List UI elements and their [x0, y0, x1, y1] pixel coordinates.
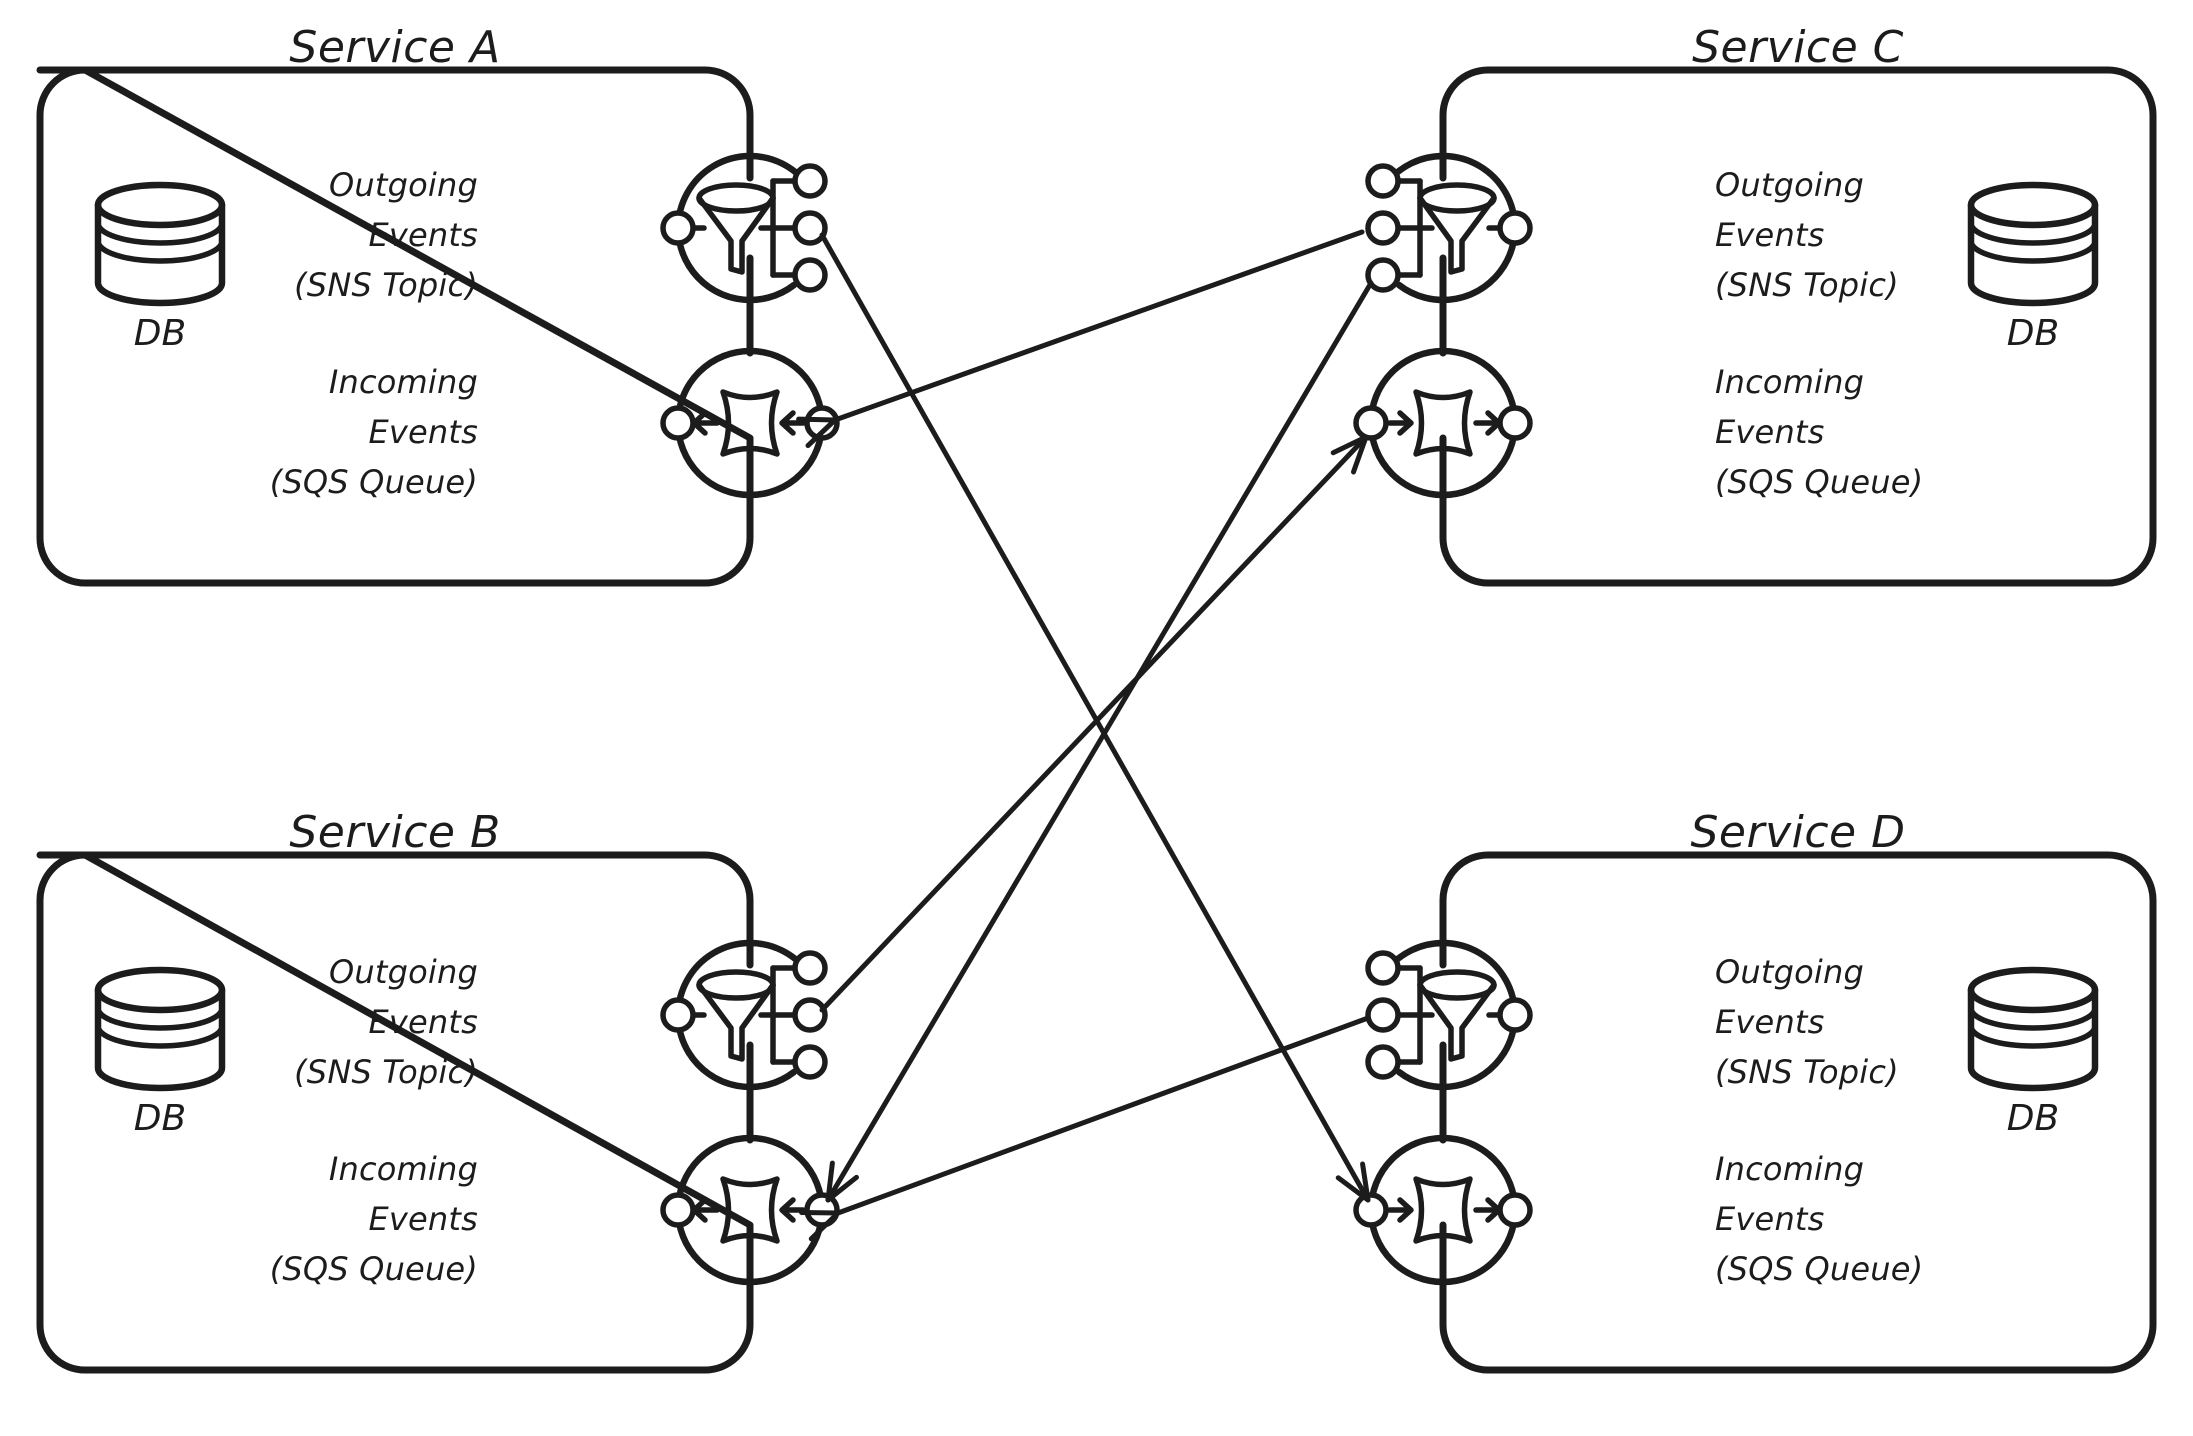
service-b-title: Service B: [289, 807, 500, 858]
service-a-db-label: DB: [134, 313, 186, 354]
service-c-incoming-line2: Events: [1715, 413, 1825, 451]
service-c-db-label: DB: [2007, 313, 2059, 354]
service-c-outgoing-line1: Outgoing: [1715, 166, 1864, 204]
service-box-d[interactable]: Service D DB Outgoing Events (SNS Topic)…: [1356, 807, 2157, 1374]
diagram-canvas: Service A DB Outgoing Events (SNS Topic)…: [0, 0, 2193, 1436]
service-a-outgoing-line2: Events: [368, 216, 478, 254]
connection-a-to-d[interactable]: [819, 232, 1379, 1207]
connection-b-to-c[interactable]: [819, 428, 1377, 1013]
sns-topic-icon[interactable]: [663, 156, 825, 300]
service-a-outgoing-line3: (SNS Topic): [294, 266, 478, 304]
service-d-outgoing-events[interactable]: Outgoing Events (SNS Topic): [1368, 943, 1899, 1091]
service-b-incoming-line2: Events: [368, 1200, 478, 1238]
connection-c-to-b[interactable]: [815, 280, 1374, 1207]
connection-d-to-b[interactable]: [802, 1015, 1371, 1239]
service-d-incoming-line1: Incoming: [1715, 1150, 1864, 1188]
service-d-outgoing-line3: (SNS Topic): [1715, 1053, 1899, 1091]
service-a-incoming-line1: Incoming: [329, 363, 478, 401]
service-c-outgoing-events[interactable]: Outgoing Events (SNS Topic): [1368, 156, 1899, 304]
service-a-title: Service A: [289, 22, 500, 73]
service-d-title: Service D: [1691, 807, 1906, 858]
service-a-outgoing-line1: Outgoing: [329, 166, 478, 204]
service-b-db-label: DB: [134, 1098, 186, 1139]
service-d-database: DB: [1971, 970, 2095, 1139]
service-a-incoming-line3: (SQS Queue): [270, 463, 478, 501]
service-d-outgoing-line1: Outgoing: [1715, 953, 1864, 991]
service-b-incoming-line1: Incoming: [329, 1150, 478, 1188]
sns-topic-icon[interactable]: [1368, 943, 1530, 1087]
service-b-outgoing-line1: Outgoing: [329, 953, 478, 991]
sns-topic-icon[interactable]: [663, 943, 825, 1087]
service-a-incoming-line2: Events: [368, 413, 478, 451]
service-box-b[interactable]: Service B DB Outgoing Events (SNS Topic)…: [36, 807, 837, 1374]
service-b-database: DB: [98, 970, 222, 1139]
service-d-incoming-line3: (SQS Queue): [1715, 1250, 1923, 1288]
sns-topic-icon[interactable]: [1368, 156, 1530, 300]
service-b-incoming-line3: (SQS Queue): [270, 1250, 478, 1288]
service-d-outgoing-line2: Events: [1715, 1003, 1825, 1041]
service-c-incoming-line3: (SQS Queue): [1715, 463, 1923, 501]
service-a-database: DB: [98, 185, 222, 354]
service-c-title: Service C: [1692, 22, 1904, 73]
service-c-outgoing-line2: Events: [1715, 216, 1825, 254]
service-box-c[interactable]: Service C DB Outgoing Events (SNS Topic)…: [1356, 22, 2157, 587]
service-box-a[interactable]: Service A DB Outgoing Events (SNS Topic)…: [36, 22, 837, 587]
service-c-incoming-line1: Incoming: [1715, 363, 1864, 401]
service-b-outgoing-line2: Events: [368, 1003, 478, 1041]
service-d-incoming-line2: Events: [1715, 1200, 1825, 1238]
service-d-db-label: DB: [2007, 1098, 2059, 1139]
service-c-outgoing-line3: (SNS Topic): [1715, 266, 1899, 304]
service-c-database: DB: [1971, 185, 2095, 354]
service-a-outgoing-events[interactable]: Outgoing Events (SNS Topic): [294, 156, 825, 304]
service-b-outgoing-line3: (SNS Topic): [294, 1053, 478, 1091]
service-b-outgoing-events[interactable]: Outgoing Events (SNS Topic): [294, 943, 825, 1091]
